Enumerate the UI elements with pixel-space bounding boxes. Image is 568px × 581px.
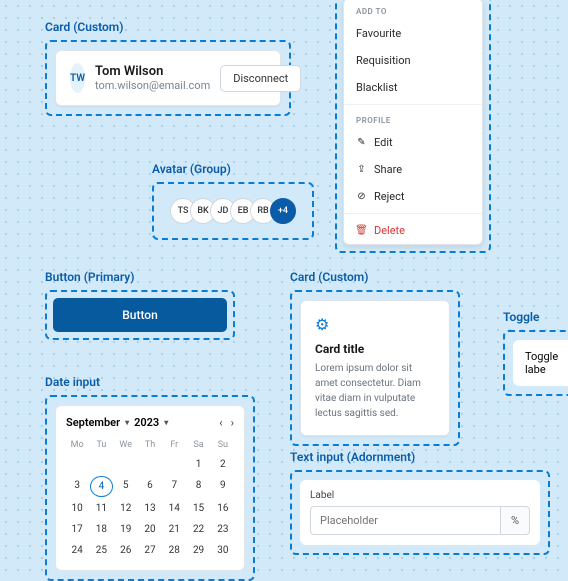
calendar-day <box>139 455 161 474</box>
calendar-day[interactable]: 7 <box>163 476 185 497</box>
calendar-day[interactable]: 18 <box>90 520 112 539</box>
calendar-day <box>163 455 185 474</box>
menu-item-reject[interactable]: ⊘Reject <box>344 183 482 210</box>
calendar-day[interactable]: 4 <box>90 476 112 497</box>
disconnect-button[interactable]: Disconnect <box>220 65 301 92</box>
menu-item-requisition[interactable]: Requisition <box>344 47 482 74</box>
section-label: Avatar (Group) <box>152 162 314 176</box>
calendar-day[interactable]: 14 <box>163 499 185 518</box>
calendar-day <box>90 455 112 474</box>
calendar-month[interactable]: September <box>66 416 120 429</box>
calendar-day[interactable]: 10 <box>66 499 88 518</box>
next-month[interactable]: › <box>231 416 234 429</box>
calendar-day[interactable]: 16 <box>212 499 234 518</box>
day-of-week: We <box>115 437 137 453</box>
day-of-week: Mo <box>66 437 88 453</box>
pencil-icon: ✎ <box>356 137 367 148</box>
calendar-day[interactable]: 27 <box>139 541 161 560</box>
section-label: Toggle <box>503 310 568 324</box>
menu-item-share[interactable]: ⇪Share <box>344 156 482 183</box>
calendar-day[interactable]: 25 <box>90 541 112 560</box>
menu-header: ADD TO <box>344 0 482 20</box>
calendar-day <box>66 455 88 474</box>
info-card: ⚙ Card title Lorem ipsum dolor sit amet … <box>300 300 450 436</box>
calendar-day[interactable]: 6 <box>139 476 161 497</box>
calendar-day[interactable]: 15 <box>187 499 209 518</box>
input-label: Label <box>310 490 530 501</box>
calendar-day <box>115 455 137 474</box>
calendar-day[interactable]: 12 <box>115 499 137 518</box>
share-icon: ⇪ <box>356 164 367 175</box>
calendar-day[interactable]: 19 <box>115 520 137 539</box>
calendar-day[interactable]: 23 <box>212 520 234 539</box>
gear-icon: ⚙ <box>315 315 435 334</box>
calendar-day[interactable]: 24 <box>66 541 88 560</box>
trash-icon: 🗑 <box>356 225 367 236</box>
day-of-week: Th <box>139 437 161 453</box>
calendar-day[interactable]: 20 <box>139 520 161 539</box>
dropdown-menu: ADD TO Favourite Requisition Blacklist P… <box>343 0 483 245</box>
avatar-more[interactable]: +4 <box>270 198 296 224</box>
calendar-day[interactable]: 13 <box>139 499 161 518</box>
user-name: Tom Wilson <box>95 64 210 79</box>
calendar-year[interactable]: 2023 <box>134 416 159 429</box>
avatar-group: TS BK JD EB RB +4 <box>162 192 304 230</box>
calendar-day[interactable]: 17 <box>66 520 88 539</box>
calendar-day[interactable]: 30 <box>212 541 234 560</box>
section-label: Text input (Adornment) <box>290 450 550 464</box>
section-label: Card (Custom) <box>290 270 460 284</box>
text-input[interactable] <box>310 506 501 535</box>
menu-item-delete[interactable]: 🗑Delete <box>344 217 482 244</box>
section-label: Date input <box>45 375 255 389</box>
day-of-week: Tu <box>90 437 112 453</box>
prev-month[interactable]: ‹ <box>219 416 222 429</box>
calendar-day[interactable]: 22 <box>187 520 209 539</box>
section-label: Card (Custom) <box>45 20 291 34</box>
menu-item-favourite[interactable]: Favourite <box>344 20 482 47</box>
chevron-down-icon[interactable]: ▾ <box>164 418 168 427</box>
calendar-day[interactable]: 11 <box>90 499 112 518</box>
calendar-day[interactable]: 28 <box>163 541 185 560</box>
day-of-week: Sa <box>187 437 209 453</box>
calendar: September▾ 2023▾ ‹› MoTuWeThFrSaSu123456… <box>55 405 245 571</box>
section-label: Button (Primary) <box>45 270 235 284</box>
chevron-down-icon[interactable]: ▾ <box>125 418 129 427</box>
calendar-day[interactable]: 26 <box>115 541 137 560</box>
calendar-day[interactable]: 29 <box>187 541 209 560</box>
calendar-day[interactable]: 3 <box>66 476 88 497</box>
calendar-day[interactable]: 21 <box>163 520 185 539</box>
card-body: Lorem ipsum dolor sit amet consectetur. … <box>315 361 435 421</box>
user-card: TW Tom Wilson tom.wilson@email.com Disco… <box>55 50 281 106</box>
day-of-week: Su <box>212 437 234 453</box>
calendar-day[interactable]: 2 <box>212 455 234 474</box>
reject-icon: ⊘ <box>356 191 367 202</box>
day-of-week: Fr <box>163 437 185 453</box>
card-title: Card title <box>315 342 435 356</box>
menu-item-edit[interactable]: ✎Edit <box>344 129 482 156</box>
primary-button[interactable]: Button <box>53 298 227 332</box>
menu-item-blacklist[interactable]: Blacklist <box>344 74 482 101</box>
calendar-day[interactable]: 1 <box>187 455 209 474</box>
calendar-day[interactable]: 5 <box>115 476 137 497</box>
avatar: TW <box>70 63 85 93</box>
input-adornment: % <box>501 506 530 535</box>
calendar-day[interactable]: 9 <box>212 476 234 497</box>
user-email: tom.wilson@email.com <box>95 79 210 92</box>
menu-header: PROFILE <box>344 108 482 129</box>
calendar-day[interactable]: 8 <box>187 476 209 497</box>
toggle[interactable]: Toggle labe <box>513 340 568 386</box>
